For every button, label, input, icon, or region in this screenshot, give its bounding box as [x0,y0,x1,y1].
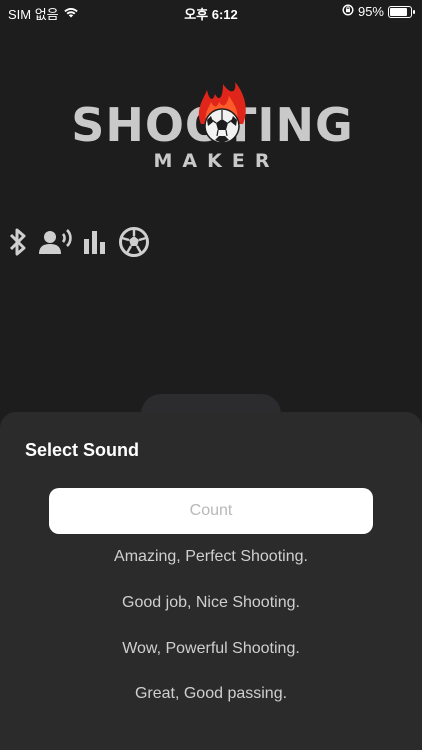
battery-percent: 95% [357,4,384,19]
sound-option-amazing[interactable]: Amazing, Perfect Shooting. [49,534,373,580]
logo-subtitle: MAKER [153,150,280,172]
battery-fill [390,7,408,16]
battery-icon [388,5,415,18]
bar-chart-icon[interactable] [82,226,110,263]
sound-option-wow[interactable]: Wow, Powerful Shooting. [49,626,373,672]
orientation-lock-icon [342,4,354,19]
status-bar: SIM 없음 오후 6:12 95% [0,0,422,24]
status-bar-right: 95% [342,4,415,19]
flaming-ball-icon [193,80,251,146]
toolbar-icons [6,226,150,263]
voice-icon[interactable] [38,226,74,263]
bluetooth-icon[interactable] [6,226,30,263]
app-logo: SHOOTING MAKER [40,78,385,178]
soccer-ball-icon[interactable] [118,226,150,263]
select-sound-sheet: Select Sound Count Amazing, Perfect Shoo… [0,412,422,750]
sheet-title: Select Sound [25,440,140,460]
sound-option-good-job[interactable]: Good job, Nice Shooting. [49,580,373,626]
sound-option-great[interactable]: Great, Good passing. [49,671,373,717]
sound-option-count[interactable]: Count [49,488,373,534]
